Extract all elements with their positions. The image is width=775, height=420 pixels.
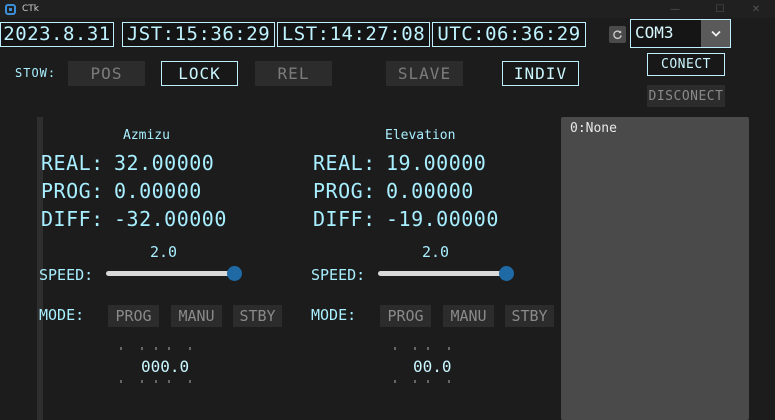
elevation-mode-prog-button[interactable]: PROG <box>380 305 431 327</box>
slave-button[interactable]: SLAVE <box>386 61 463 86</box>
elevation-mode-label: MODE: <box>311 306 357 324</box>
azimuth-prog-value: 0.00000 <box>114 179 202 203</box>
minimize-button[interactable]: — <box>655 0 695 18</box>
date-display: 2023.8.31 <box>0 22 114 47</box>
elevation-mode-stby-button[interactable]: STBY <box>505 305 554 327</box>
window-title: CTk <box>22 4 39 14</box>
refresh-ports-button[interactable] <box>609 26 626 43</box>
disconnect-button[interactable]: DISCONECT <box>647 85 725 107</box>
close-button[interactable]: ✕ <box>737 0 775 18</box>
log-line: 0:None <box>570 121 617 136</box>
elevation-title: Elevation <box>385 128 456 143</box>
com-port-select[interactable]: COM3 <box>630 19 731 48</box>
elevation-real-value: 19.00000 <box>386 151 487 175</box>
azimuth-mode-stby-button[interactable]: STBY <box>233 305 282 327</box>
chevron-down-icon <box>710 30 721 37</box>
elevation-step-up-button[interactable] <box>448 347 450 350</box>
azimuth-step-down-button[interactable] <box>189 380 191 383</box>
elevation-diff-value: -19.00000 <box>386 207 499 231</box>
connect-button[interactable]: CONECT <box>647 53 725 76</box>
azimuth-diff-label: DIFF: <box>41 207 104 231</box>
elevation-step-down-button[interactable] <box>448 380 450 383</box>
azimuth-step-up-button[interactable] <box>120 347 122 350</box>
maximize-button[interactable]: ☐ <box>700 0 740 18</box>
elevation-step-up-button[interactable] <box>394 347 396 350</box>
elevation-step-up-button[interactable] <box>414 347 416 350</box>
elevation-speed-slider-handle[interactable] <box>499 266 514 281</box>
stow-label: STOW: <box>15 66 57 80</box>
elevation-diff-label: DIFF: <box>313 207 376 231</box>
elevation-speed-value: 2.0 <box>422 243 450 261</box>
elevation-speed-label: SPEED: <box>311 266 366 284</box>
azimuth-mode-manu-button[interactable]: MANU <box>171 305 222 327</box>
elevation-step-value[interactable]: 00.0 <box>413 357 452 376</box>
azimuth-diff-value: -32.00000 <box>114 207 227 231</box>
azimuth-prog-label: PROG: <box>41 179 104 203</box>
azimuth-step-down-button[interactable] <box>141 380 143 383</box>
elevation-step-up-button[interactable] <box>427 347 429 350</box>
azimuth-title: Azmizu <box>123 128 170 143</box>
log-panel[interactable]: 0:None <box>561 117 749 420</box>
com-port-dropdown[interactable] <box>701 20 730 47</box>
azimuth-step-up-button[interactable] <box>189 347 191 350</box>
azimuth-real-value: 32.00000 <box>114 151 215 175</box>
azimuth-mode-label: MODE: <box>39 306 85 324</box>
elevation-prog-value: 0.00000 <box>386 179 474 203</box>
elevation-prog-label: PROG: <box>313 179 376 203</box>
azimuth-step-up-button[interactable] <box>141 347 143 350</box>
stow-pos-button[interactable]: POS <box>68 61 145 86</box>
refresh-icon <box>613 30 622 40</box>
stow-rel-button[interactable]: REL <box>255 61 332 86</box>
azimuth-step-up-button[interactable] <box>155 347 157 350</box>
elevation-speed-slider[interactable] <box>378 271 508 276</box>
azimuth-speed-label: SPEED: <box>39 266 94 284</box>
stow-lock-button[interactable]: LOCK <box>161 61 238 86</box>
lst-clock: LST:14:27:08 <box>277 22 430 47</box>
azimuth-step-down-button[interactable] <box>155 380 157 383</box>
azimuth-real-label: REAL: <box>41 151 104 175</box>
com-port-value: COM3 <box>635 23 674 42</box>
azimuth-step-down-button[interactable] <box>120 380 122 383</box>
azimuth-step-down-button[interactable] <box>168 380 170 383</box>
utc-clock: UTC:06:36:29 <box>432 22 586 47</box>
azimuth-speed-slider[interactable] <box>106 271 236 276</box>
azimuth-speed-value: 2.0 <box>150 243 178 261</box>
elevation-step-down-button[interactable] <box>427 380 429 383</box>
azimuth-mode-prog-button[interactable]: PROG <box>108 305 159 327</box>
elevation-mode-manu-button[interactable]: MANU <box>443 305 494 327</box>
jst-clock: JST:15:36:29 <box>122 22 275 47</box>
elevation-real-label: REAL: <box>313 151 376 175</box>
azimuth-speed-slider-handle[interactable] <box>227 266 242 281</box>
indiv-button[interactable]: INDIV <box>502 61 579 86</box>
elevation-step-down-button[interactable] <box>394 380 396 383</box>
elevation-step-down-button[interactable] <box>414 380 416 383</box>
azimuth-step-value[interactable]: 000.0 <box>141 357 189 376</box>
azimuth-step-up-button[interactable] <box>168 347 170 350</box>
app-icon <box>5 3 16 15</box>
